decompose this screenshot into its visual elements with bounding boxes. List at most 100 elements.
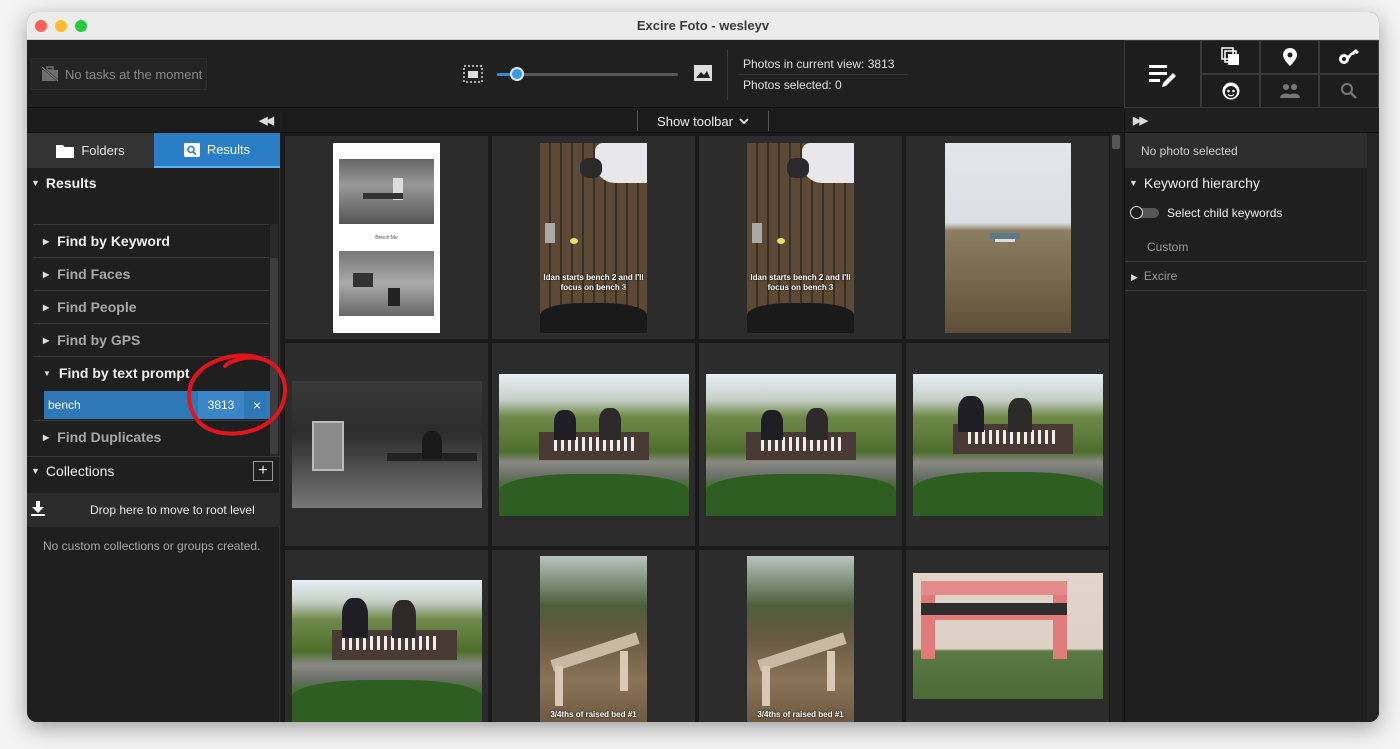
photo-count-info: Photos in current view: 3813 Photos sele… [727, 50, 909, 100]
document-caption: Bench Me [375, 234, 398, 241]
toggle-knob [1130, 206, 1143, 219]
search-icon [1341, 83, 1357, 99]
folder-icon [56, 144, 75, 158]
collapsed-triangle-icon: ▶ [1131, 272, 1138, 282]
keyword-group-excire[interactable]: ▶ Excire [1131, 269, 1177, 283]
info-divider [738, 74, 908, 75]
photo-thumbnail[interactable]: 3/4ths of raised bed #1 [492, 550, 695, 722]
right-panel: ▶▶ No photo selected ▼ Keyword hierarchy… [1124, 109, 1379, 722]
face-button[interactable] [1201, 74, 1260, 108]
keyword-hierarchy-label: Keyword hierarchy [1143, 175, 1260, 191]
photo-thumbnail[interactable]: 3/4ths of raised bed #1 [699, 550, 902, 722]
select-child-keywords-toggle[interactable] [1130, 206, 1159, 219]
left-tabs: Folders Results [27, 133, 280, 168]
mode-tool-grid [1124, 40, 1379, 108]
find-by-keyword-label: Find by Keyword [57, 233, 170, 249]
find-duplicates-label: Find Duplicates [57, 429, 162, 445]
right-scrollbar[interactable] [1367, 133, 1379, 722]
tab-folders[interactable]: Folders [27, 133, 154, 168]
collections-header-label: Collections [45, 462, 115, 479]
expand-right-icon[interactable]: ▶▶ [1133, 114, 1148, 127]
find-duplicates[interactable]: ▶ Find Duplicates [33, 420, 269, 453]
key-button[interactable] [1319, 40, 1379, 74]
raised-bed-photo: 3/4ths of raised bed #1 [540, 556, 647, 722]
find-by-keyword[interactable]: ▶ Find by Keyword [33, 224, 269, 257]
tab-results-label: Results [206, 142, 251, 157]
chevron-down-icon [739, 117, 749, 124]
photo-thumbnail[interactable] [906, 550, 1109, 722]
divider [1125, 261, 1367, 262]
results-scrollbar[interactable] [270, 224, 278, 456]
show-toolbar-label: Show toolbar [657, 113, 733, 129]
zoom-slider-handle[interactable] [509, 67, 524, 81]
collapsed-triangle-icon: ▶ [43, 236, 50, 246]
collapsed-triangle-icon: ▶ [43, 335, 50, 345]
keyword-hierarchy-header[interactable]: ▼ Keyword hierarchy [1125, 169, 1367, 197]
root-drop-zone[interactable]: Drop here to move to root level [27, 493, 280, 527]
results-section-header[interactable]: ▼ Results [27, 170, 280, 196]
add-collection-button[interactable]: + [253, 461, 273, 481]
divider [1125, 290, 1367, 291]
results-panel: ▼ Results ▶ Find by Keyword ▶ Find Faces ▶ F… [27, 168, 280, 722]
drop-zone-label: Drop here to move to root level [90, 503, 255, 517]
window-title: Excire Foto - wesleyv [636, 18, 770, 33]
selection-status: No photo selected [1125, 133, 1367, 168]
collapsed-triangle-icon: ▶ [43, 269, 50, 279]
find-people-label: Find People [57, 299, 137, 315]
photo-thumbnail[interactable] [285, 343, 488, 546]
find-faces[interactable]: ▶ Find Faces [33, 257, 269, 290]
photo-thumbnail[interactable] [699, 343, 902, 546]
small-thumbnail-icon[interactable] [463, 65, 483, 83]
photo-caption: 3/4ths of raised bed #1 [757, 710, 844, 719]
photo-thumbnail[interactable] [285, 550, 488, 722]
tab-folders-label: Folders [81, 143, 125, 158]
find-by-text-prompt-label: Find by text prompt [58, 365, 190, 381]
tab-results[interactable]: Results [154, 133, 280, 168]
photo-thumbnail[interactable]: Idan starts bench 2 and I'll focus on be… [699, 136, 902, 339]
query-result-count: 3813 [198, 391, 244, 419]
graffiti-bench-photo [291, 580, 482, 722]
task-status: No tasks at the moment [31, 58, 207, 90]
duplicates-button[interactable] [1201, 40, 1260, 74]
search-button[interactable] [1319, 74, 1379, 108]
left-panel-collapse-bar: ◀◀ [27, 109, 280, 133]
location-button[interactable] [1260, 40, 1319, 74]
photos-selected: Photos selected: 0 [743, 78, 842, 92]
wood-bench-photo: Idan starts bench 2 and I'll focus on be… [747, 142, 854, 333]
photo-thumbnail[interactable]: Idan starts bench 2 and I'll focus on be… [492, 136, 695, 339]
find-people[interactable]: ▶ Find People [33, 290, 269, 323]
photo-caption: Idan starts bench 2 and I'll focus on be… [543, 272, 644, 292]
collapse-left-icon[interactable]: ◀◀ [259, 114, 274, 127]
results-search-icon [183, 142, 200, 157]
face-icon [1222, 82, 1239, 100]
edit-keywords-button[interactable] [1124, 40, 1201, 108]
photo-thumbnail[interactable] [906, 136, 1109, 339]
grid-scrollbar[interactable] [1110, 133, 1122, 722]
zoom-slider[interactable] [497, 67, 678, 81]
find-by-gps-label: Find by GPS [57, 332, 141, 348]
text-prompt-query-row[interactable]: bench 3813 × [44, 391, 270, 419]
center-toolbar-strip: Show toolbar [281, 109, 1123, 133]
photo-thumbnail[interactable] [492, 343, 695, 546]
photo-caption: Idan starts bench 2 and I'll focus on be… [750, 272, 851, 292]
keyword-group-custom[interactable]: Custom [1147, 240, 1188, 254]
remove-query-button[interactable]: × [244, 391, 270, 419]
results-scroll-thumb[interactable] [270, 258, 278, 454]
document-scan-image: Bench Me [333, 142, 440, 333]
bw-park-bench-photo [291, 381, 482, 508]
task-status-text: No tasks at the moment [65, 66, 203, 82]
large-thumbnail-icon[interactable] [693, 64, 713, 82]
wood-bench-photo: Idan starts bench 2 and I'll focus on be… [540, 142, 647, 333]
pink-bench-photo [912, 573, 1103, 699]
find-by-gps[interactable]: ▶ Find by GPS [33, 323, 269, 356]
collapsed-triangle-icon: ▶ [43, 302, 50, 312]
photo-thumbnail[interactable]: Bench Me [285, 136, 488, 339]
find-by-text-prompt[interactable]: ▼ Find by text prompt [33, 356, 269, 389]
grid-scroll-thumb[interactable] [1112, 135, 1120, 149]
results-header-label: Results [45, 175, 97, 191]
photo-thumbnail[interactable] [906, 343, 1109, 546]
expanded-triangle-icon: ▼ [1129, 178, 1138, 188]
people-button[interactable] [1260, 74, 1319, 108]
show-toolbar-button[interactable]: Show toolbar [637, 111, 769, 131]
collections-header[interactable]: ▼ Collections + [27, 456, 280, 484]
